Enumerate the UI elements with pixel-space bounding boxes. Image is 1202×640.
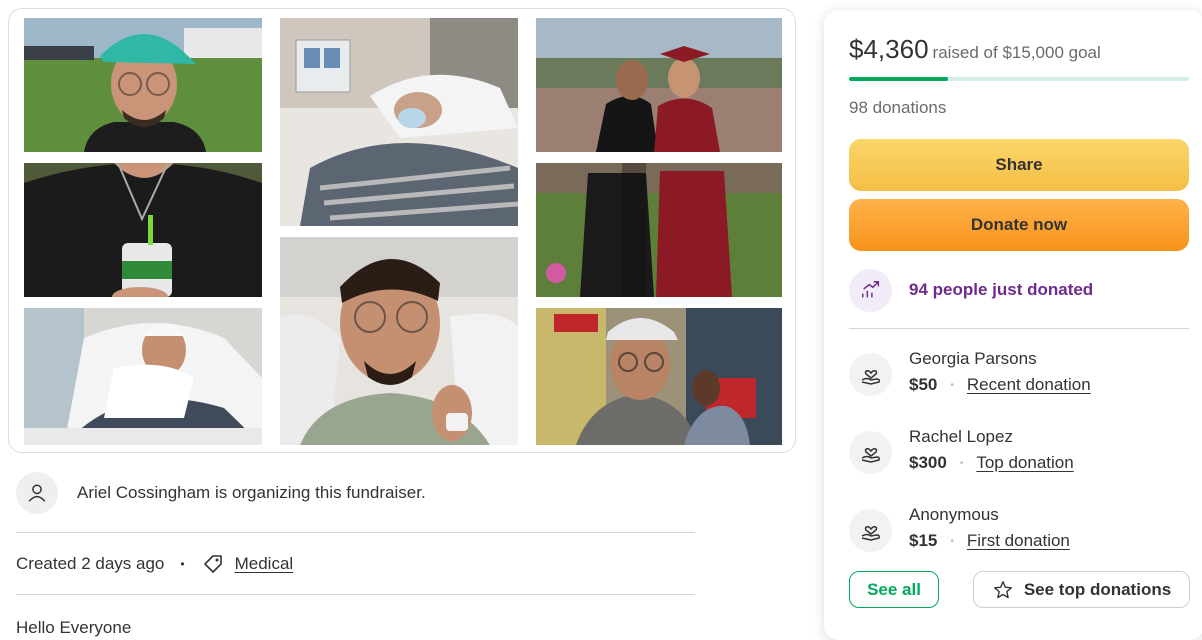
photo-hospital-bed-bandaged[interactable] xyxy=(24,308,262,445)
share-button[interactable]: Share xyxy=(849,139,1189,191)
tag-icon xyxy=(201,552,225,576)
organizer-row: Ariel Cossingham is organizing this fund… xyxy=(16,472,696,516)
photo-teal-cap-outdoors[interactable] xyxy=(24,18,262,152)
category-link[interactable]: Medical xyxy=(235,554,294,574)
fundraiser-meta: Created 2 days ago • Medical xyxy=(16,551,293,577)
donor-name: Rachel Lopez xyxy=(909,427,1013,446)
star-icon xyxy=(993,580,1012,598)
raised-summary: $4,360 raised of $15,000 goal xyxy=(849,34,1101,65)
section-divider xyxy=(16,594,695,595)
goal-text: raised of $15,000 goal xyxy=(932,43,1101,62)
donor-amount: $50 xyxy=(909,375,938,394)
photo-collage[interactable] xyxy=(8,8,796,453)
just-donated-text: 94 people just donated xyxy=(909,280,1094,299)
description-text: Hello Everyone xyxy=(16,618,132,637)
recent-activity: 94 people just donated xyxy=(849,268,1093,312)
created-date: Created 2 days ago xyxy=(16,554,165,573)
progress-fill xyxy=(849,77,948,81)
meta-separator: • xyxy=(180,557,185,571)
photo-black-shirt-drink[interactable] xyxy=(24,163,262,297)
photo-hospital-selfie-thumbs-up[interactable] xyxy=(280,237,518,445)
see-top-donations-button[interactable]: See top donations xyxy=(973,571,1190,608)
photo-hospital-bed-oxygen-mask[interactable] xyxy=(280,18,518,226)
donation-type-link[interactable]: Top donation xyxy=(976,453,1073,473)
photo-graduation[interactable] xyxy=(536,18,782,152)
progress-bar xyxy=(849,77,1189,81)
card-divider xyxy=(849,328,1189,329)
trending-up-icon xyxy=(849,268,892,312)
donor-amount: $300 xyxy=(909,453,947,472)
donor-name: Anonymous xyxy=(909,505,999,524)
donor-name: Georgia Parsons xyxy=(909,349,1037,368)
donor-item: Anonymous $15 • First donation xyxy=(849,505,1189,555)
donor-amount: $15 xyxy=(909,531,938,550)
donor-item: Georgia Parsons $50 • Recent donation xyxy=(849,349,1189,399)
donation-hand-heart-icon xyxy=(849,431,892,474)
donation-type-link[interactable]: First donation xyxy=(967,531,1070,551)
see-top-donations-label: See top donations xyxy=(1023,579,1172,599)
donation-type-link[interactable]: Recent donation xyxy=(967,375,1091,395)
donor-separator: • xyxy=(950,379,954,391)
photo-restaurant-selfie[interactable] xyxy=(536,308,782,445)
organizer-text: Ariel Cossingham is organizing this fund… xyxy=(77,483,426,502)
donate-now-button[interactable]: Donate now xyxy=(849,199,1189,251)
donation-hand-heart-icon xyxy=(849,353,892,396)
photo-graduation-field[interactable] xyxy=(536,163,782,297)
user-outline-icon xyxy=(16,472,58,514)
donor-item: Rachel Lopez $300 • Top donation xyxy=(849,427,1189,477)
donation-card: $4,360 raised of $15,000 goal 98 donation… xyxy=(824,10,1202,640)
donation-hand-heart-icon xyxy=(849,509,892,552)
donations-count: 98 donations xyxy=(849,98,947,117)
donor-separator: • xyxy=(950,535,954,547)
see-all-button[interactable]: See all xyxy=(849,571,939,608)
section-divider xyxy=(16,532,695,533)
donor-separator: • xyxy=(959,457,964,469)
raised-amount: $4,360 xyxy=(849,34,929,64)
